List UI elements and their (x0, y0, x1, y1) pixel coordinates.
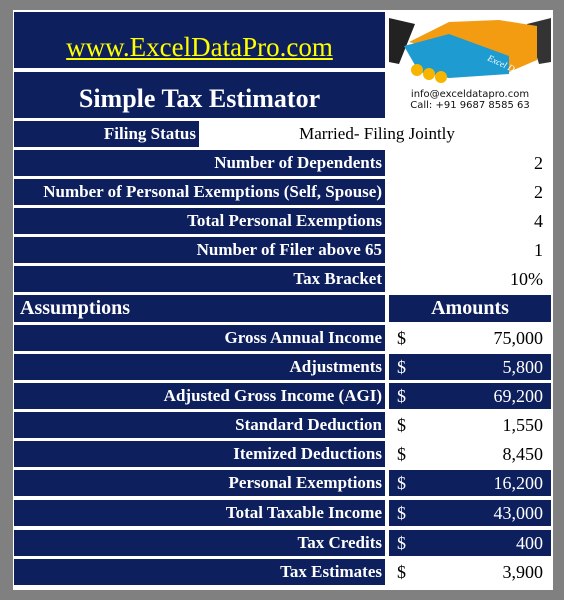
currency-symbol: $ (397, 561, 406, 582)
table-row-amount: $5,800 (389, 354, 551, 380)
logo: Excel Data Pro info@exceldatapro.com Cal… (389, 12, 551, 116)
input-value[interactable]: 4 (389, 208, 551, 234)
amount-value: 3,900 (502, 561, 544, 582)
input-value[interactable]: 1 (389, 237, 551, 263)
currency-symbol: $ (397, 532, 406, 553)
currency-symbol: $ (397, 414, 406, 435)
website-link[interactable]: www.ExcelDataPro.com (66, 32, 333, 63)
currency-symbol: $ (397, 472, 406, 493)
table-row-amount[interactable]: $3,900 (389, 559, 551, 585)
amount-value: 69,200 (493, 385, 544, 406)
table-row-label: Total Taxable Income (14, 500, 385, 526)
table-row-amount: $16,200 (389, 470, 551, 496)
input-value[interactable]: 2 (389, 150, 551, 176)
filing-status-label: Filing Status (14, 121, 199, 147)
input-value[interactable]: 10% (389, 266, 551, 292)
website-cell: www.ExcelDataPro.com (14, 12, 385, 68)
amount-value: 8,450 (502, 443, 544, 464)
table-row-amount[interactable]: $1,550 (389, 412, 551, 438)
table-row-label: Adjusted Gross Income (AGI) (14, 383, 385, 409)
table-row-label: Itemized Deductions (14, 441, 385, 467)
input-label: Number of Personal Exemptions (Self, Spo… (14, 179, 385, 205)
currency-symbol: $ (397, 327, 406, 348)
table-row-label: Adjustments (14, 354, 385, 380)
table-row-label: Personal Exemptions (14, 470, 385, 496)
table-row-amount: $69,200 (389, 383, 551, 409)
table-row-label: Gross Annual Income (14, 325, 385, 351)
input-label: Number of Filer above 65 (14, 237, 385, 263)
input-value[interactable]: 2 (389, 179, 551, 205)
table-row-label: Standard Deduction (14, 412, 385, 438)
table-row-amount: $400 (389, 530, 551, 556)
currency-symbol: $ (397, 502, 406, 523)
table-row-amount[interactable]: $8,450 (389, 441, 551, 467)
table-row-amount: $43,000 (389, 500, 551, 526)
page-title: Simple Tax Estimator (14, 72, 385, 118)
filing-status-select[interactable]: Married- Filing Jointly (203, 121, 551, 147)
currency-symbol: $ (397, 385, 406, 406)
table-row-amount[interactable]: $75,000 (389, 325, 551, 351)
input-label: Number of Dependents (14, 150, 385, 176)
logo-phone: Call: +91 9687 8585 63 (410, 100, 530, 111)
amount-value: 400 (516, 532, 543, 553)
assumptions-header: Assumptions (14, 295, 385, 322)
amount-value: 43,000 (493, 502, 544, 523)
amount-value: 16,200 (493, 472, 544, 493)
table-row-label: Tax Credits (14, 530, 385, 556)
input-label: Total Personal Exemptions (14, 208, 385, 234)
handshake-logo-icon: Excel Data Pro (389, 18, 551, 86)
amount-value: 5,800 (502, 356, 544, 377)
currency-symbol: $ (397, 356, 406, 377)
currency-symbol: $ (397, 443, 406, 464)
table-row-label: Tax Estimates (14, 559, 385, 585)
amount-value: 1,550 (502, 414, 544, 435)
amounts-header: Amounts (389, 295, 551, 322)
logo-email: info@exceldatapro.com (410, 89, 530, 100)
input-label: Tax Bracket (14, 266, 385, 292)
amount-value: 75,000 (493, 327, 544, 348)
